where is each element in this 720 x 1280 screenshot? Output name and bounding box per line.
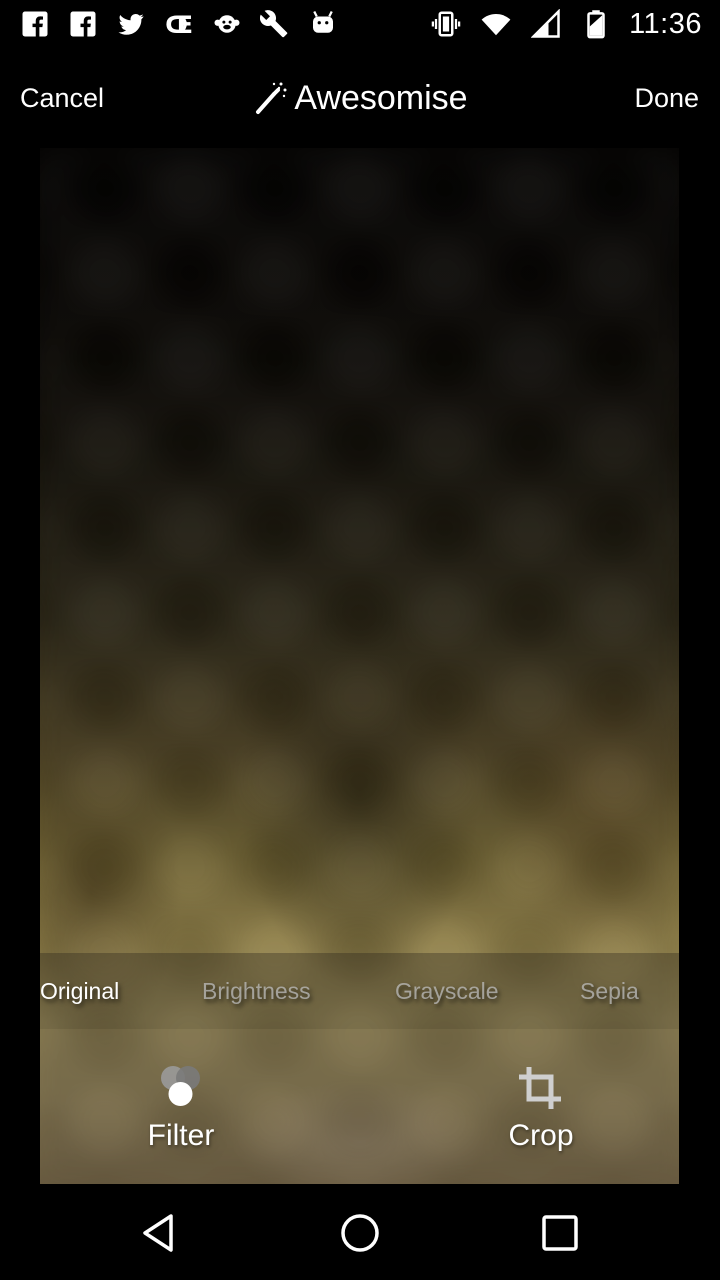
filter-circles-icon: [153, 1063, 209, 1113]
notification-icons: Œ: [18, 7, 340, 41]
filter-option-original[interactable]: Original: [40, 953, 119, 1029]
image-preview: Original Brightness Grayscale Sepia Filt…: [40, 148, 679, 1184]
back-triangle-icon: [135, 1208, 185, 1261]
svg-text:Œ: Œ: [165, 11, 193, 39]
vibrate-icon: [429, 7, 463, 41]
android-icon: [306, 7, 340, 41]
title-area: Awesomise: [0, 79, 720, 118]
home-button[interactable]: [332, 1206, 388, 1262]
recents-square-icon: [535, 1208, 585, 1261]
battery-icon: [579, 7, 613, 41]
clock: 11:36: [629, 7, 702, 40]
wifi-icon: [479, 7, 513, 41]
recents-button[interactable]: [532, 1206, 588, 1262]
twitter-icon: [114, 7, 148, 41]
ce-icon: Œ: [162, 7, 196, 41]
cell-signal-icon: [529, 7, 563, 41]
wrench-icon: [258, 7, 292, 41]
page-title: Awesomise: [294, 78, 468, 117]
filter-tool-button[interactable]: Filter: [101, 1063, 261, 1163]
filter-option-grayscale[interactable]: Grayscale: [395, 953, 499, 1029]
magic-wand-icon: [252, 80, 288, 116]
monkey-icon: [210, 7, 244, 41]
filter-strip: Original Brightness Grayscale Sepia: [40, 953, 679, 1029]
facebook-icon: [66, 7, 100, 41]
navigation-bar: [0, 1184, 720, 1280]
home-circle-icon: [335, 1208, 385, 1261]
status-bar: Œ 11:36: [0, 0, 720, 48]
done-button[interactable]: Done: [634, 83, 699, 114]
tool-bar: Filter Crop: [40, 1029, 679, 1184]
facebook-icon: [18, 7, 52, 41]
filter-option-brightness[interactable]: Brightness: [202, 953, 311, 1029]
filter-option-sepia[interactable]: Sepia: [580, 953, 639, 1029]
crop-tool-label: Crop: [508, 1119, 574, 1152]
crop-icon: [513, 1063, 569, 1113]
system-icons: 11:36: [429, 7, 702, 41]
crop-tool-button[interactable]: Crop: [461, 1063, 621, 1163]
action-bar: Cancel Awesomise Done: [0, 48, 720, 148]
filter-tool-label: Filter: [147, 1119, 215, 1152]
back-button[interactable]: [132, 1206, 188, 1262]
